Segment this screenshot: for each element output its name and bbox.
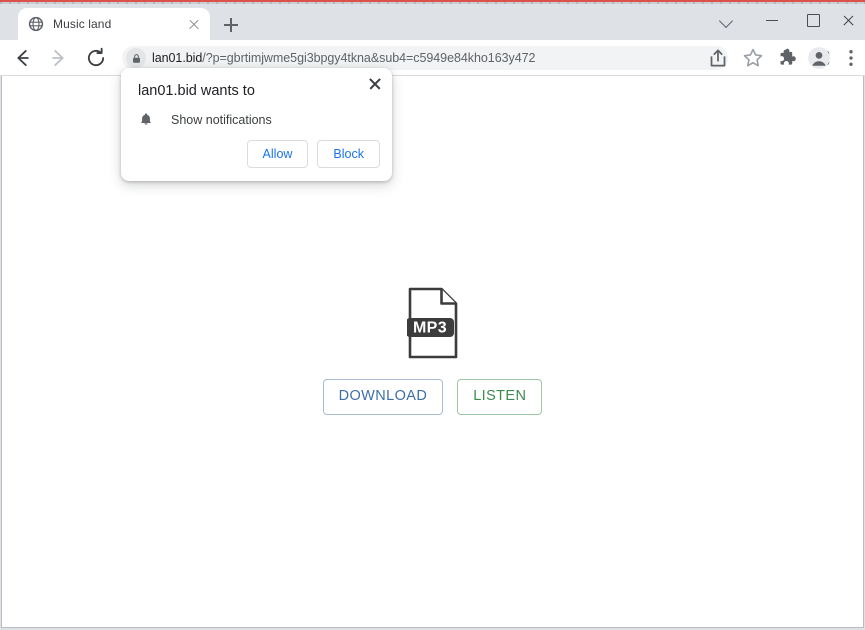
forward-button[interactable] — [46, 45, 72, 71]
extensions-puzzle-icon — [780, 48, 796, 65]
share-button[interactable] — [705, 45, 731, 71]
chevron-down-icon — [718, 13, 734, 29]
mp3-file-icon: MP3 — [406, 287, 457, 359]
permission-row: Show notifications — [138, 112, 272, 128]
notification-permission-dialog: lan01.bid wants to Show notifications Al… — [121, 68, 392, 181]
close-icon[interactable] — [366, 75, 384, 93]
tab-strip: Music land — [0, 4, 865, 40]
action-button-row: DOWNLOAD LISTEN — [322, 379, 543, 415]
listen-button[interactable]: LISTEN — [457, 379, 543, 415]
close-icon[interactable] — [186, 16, 202, 32]
allow-button[interactable]: Allow — [246, 139, 309, 168]
url-host: lan01.bid — [152, 51, 203, 65]
url-text: lan01.bid/?p=gbrtimjwme5gi3bpgy4tkna&sub… — [152, 51, 535, 65]
profile-avatar-icon — [808, 47, 830, 69]
lock-icon — [132, 53, 140, 63]
bookmark-button[interactable] — [740, 45, 766, 71]
permission-dialog-title: lan01.bid wants to — [138, 83, 255, 99]
back-arrow-icon — [17, 50, 29, 66]
download-button[interactable]: DOWNLOAD — [322, 379, 444, 415]
new-tab-button[interactable] — [218, 12, 244, 38]
bookmark-star-icon — [743, 48, 763, 67]
close-icon — [842, 14, 854, 26]
back-button[interactable] — [9, 45, 35, 71]
bell-icon — [141, 113, 151, 125]
extensions-button[interactable] — [775, 45, 801, 71]
permission-actions: Allow Block — [246, 139, 380, 168]
maximize-button[interactable] — [791, 4, 836, 36]
browser-window: Music land lan01.bid/?p=gbrtimjwme5gi3bp… — [0, 4, 865, 630]
minimize-button[interactable] — [750, 4, 795, 36]
block-button[interactable]: Block — [317, 139, 380, 168]
profile-button[interactable] — [806, 45, 832, 71]
url-path: /?p=gbrtimjwme5gi3bpgy4tkna&sub4=c5949e8… — [202, 51, 536, 65]
tab-title: Music land — [53, 17, 112, 31]
maximize-icon — [807, 14, 820, 27]
browser-menu-button[interactable] — [838, 45, 864, 71]
site-security-chip[interactable] — [126, 48, 146, 68]
share-icon — [710, 49, 726, 67]
permission-label: Show notifications — [171, 113, 272, 127]
tab-search-button[interactable] — [705, 4, 750, 36]
window-close-button[interactable] — [832, 4, 865, 36]
globe-icon — [28, 16, 44, 32]
reload-icon — [87, 47, 105, 67]
browser-tab[interactable]: Music land — [18, 8, 210, 40]
three-dot-menu-icon — [849, 50, 853, 66]
minimize-icon — [766, 20, 778, 22]
svg-text:MP3: MP3 — [412, 319, 446, 336]
reload-button[interactable] — [83, 45, 109, 71]
forward-arrow-icon — [52, 50, 64, 66]
address-bar[interactable]: lan01.bid/?p=gbrtimjwme5gi3bpgy4tkna&sub… — [122, 46, 728, 70]
